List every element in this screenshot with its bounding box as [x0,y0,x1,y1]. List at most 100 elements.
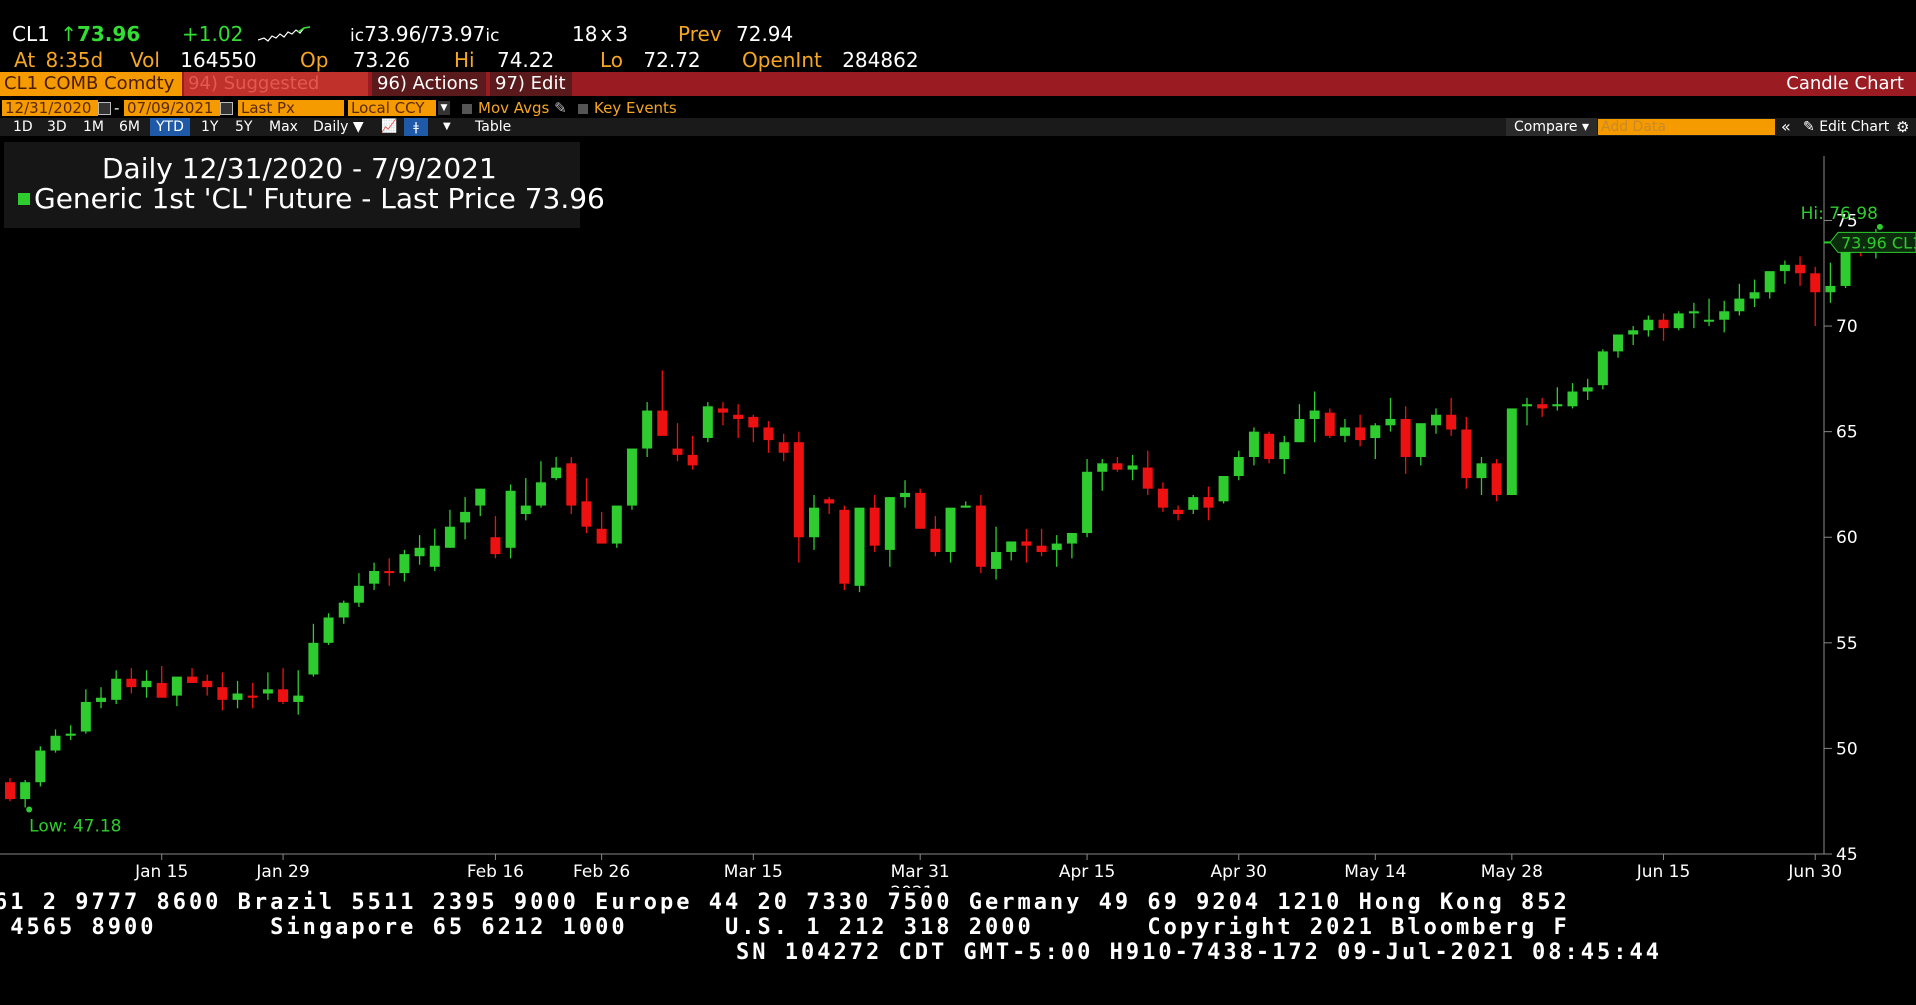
legend-range: Daily 12/31/2020 - 7/9/2021 [102,152,497,185]
mov-avgs-toggle[interactable]: Mov Avgs ✎ [462,99,567,117]
checkbox-icon [462,103,472,114]
period-button-5y[interactable]: 5Y [232,118,255,136]
candle-chart-icon[interactable]: ǂ [404,118,428,136]
period-button-1y[interactable]: 1Y [198,118,221,136]
candle-body [171,676,182,696]
ticker-tape-line-2: 4565 8900 Singapore 65 6212 1000 U.S. 1 … [0,915,1570,940]
chart-type-label: Candle Chart [1786,73,1904,94]
candle-body [1021,541,1032,546]
candle-body [1097,463,1108,472]
gear-icon[interactable]: ⚙ [1893,118,1912,136]
table-button[interactable]: Table [472,118,514,136]
x-tick-label: Mar 15 [724,862,783,882]
candle-body [626,448,637,506]
candle-body [278,689,289,702]
collapse-icon[interactable]: « [1778,118,1794,136]
frequency-select[interactable]: Daily ▼ [310,118,367,136]
candle-body [1628,330,1639,335]
period-button-6m[interactable]: 6M [116,118,143,136]
chart-style-dropdown-icon[interactable]: ▼ [440,118,454,136]
candle-body [5,782,15,800]
candle-body [581,501,592,527]
candle-body [1248,431,1259,457]
candle-body [975,505,986,567]
candle-body [80,701,91,732]
x-tick-label: Mar 31 [891,862,950,882]
currency-dropdown-icon[interactable]: ▼ [438,101,450,115]
x-tick-label: Jun 15 [1636,862,1691,882]
candle-body [1810,273,1821,293]
line-chart-icon[interactable]: 📈 [378,118,400,136]
candle-body [323,617,334,643]
period-button-1m[interactable]: 1M [80,118,107,136]
candle-body [262,689,273,694]
candle-body [65,733,76,736]
candle-body [1264,433,1275,460]
compare-button[interactable]: Compare ▾ [1506,118,1597,136]
candle-body [1203,497,1214,508]
candle-body [1476,463,1487,479]
edit-menu[interactable]: 97) Edit ▾ [490,72,572,117]
candle-body [642,410,653,449]
open-interest: OpenInt 284862 [742,48,919,72]
candle-body [1825,285,1836,293]
period-button-1d[interactable]: 1D [10,118,36,136]
candle-body [687,454,698,466]
candle-body [930,528,941,553]
candle-body [141,680,152,688]
candle-body [1704,319,1715,322]
suggested-charts-button[interactable]: 94) Suggested Charts [184,72,368,118]
ticker-tape-line-3: SN 104272 CDT GMT-5:00 H910-7438-172 09-… [736,940,1662,965]
currency-select[interactable]: Local CCY [348,100,436,116]
candle-body [429,545,440,567]
up-arrow-icon: ↑ [60,22,77,46]
candle-body [1294,418,1305,443]
key-events-toggle[interactable]: Key Events [578,99,677,117]
x-tick-label: May 28 [1481,862,1543,882]
chart-legend: Daily 12/31/2020 - 7/9/2021 Generic 1st … [4,142,605,228]
start-date-field[interactable]: 12/31/2020 [2,100,98,116]
edit-chart-button[interactable]: ✎ Edit Chart [1800,118,1892,136]
candle-body [50,735,61,751]
calendar-icon[interactable] [220,102,233,115]
candle-body [717,408,728,413]
price-field-select[interactable]: Last Px [238,100,344,116]
checkbox-icon [578,103,588,114]
candle-body [566,463,577,506]
candle-body [1157,488,1168,508]
period-button-max[interactable]: Max [266,118,301,136]
candle-body [338,602,349,618]
candlestick-chart[interactable]: 45505560657075Jan 15 Jan 29 Feb 16 Feb 26 Ma… [0,136,1916,888]
candle-body [414,547,425,557]
candle-body [900,492,911,498]
end-date-field[interactable]: 07/09/2021 [124,100,220,116]
candle-body [126,678,137,688]
x-year-label: 2021 [890,883,933,888]
ticker-symbol[interactable]: CL1 [12,22,50,46]
actions-menu[interactable]: 96) Actions ▾ [372,72,486,117]
candle-body [369,571,380,584]
period-bar: 1D 3D 1M 6M YTD 1Y 5Y Max Daily ▼ 📈 ǂ ▼ Table C… [0,118,1916,136]
candle-body [1491,463,1502,495]
high-price: Hi 74.22 [454,48,555,72]
security-field[interactable]: CL1 COMB Comdty [0,72,182,96]
candle-body [1006,541,1017,553]
last-price: 73.96 [76,22,141,46]
candle-body [1112,463,1123,470]
candle-body [1066,533,1077,544]
x-tick-label: Apr 15 [1059,862,1115,882]
candle-body [308,642,319,675]
candle-body [202,680,213,688]
candle-body [490,537,501,555]
candle-body [111,678,122,700]
candle-body [156,682,167,698]
calendar-icon[interactable] [98,102,111,115]
quote-header-row-2: At 8:35d [14,48,104,72]
add-data-input[interactable]: Add Data [1598,119,1775,135]
candle-body [1279,442,1290,460]
candle-body [520,505,531,515]
period-button-ytd[interactable]: YTD [150,118,190,136]
period-button-3d[interactable]: 3D [44,118,70,136]
legend-series-marker [18,193,30,205]
candle-body [657,410,668,436]
